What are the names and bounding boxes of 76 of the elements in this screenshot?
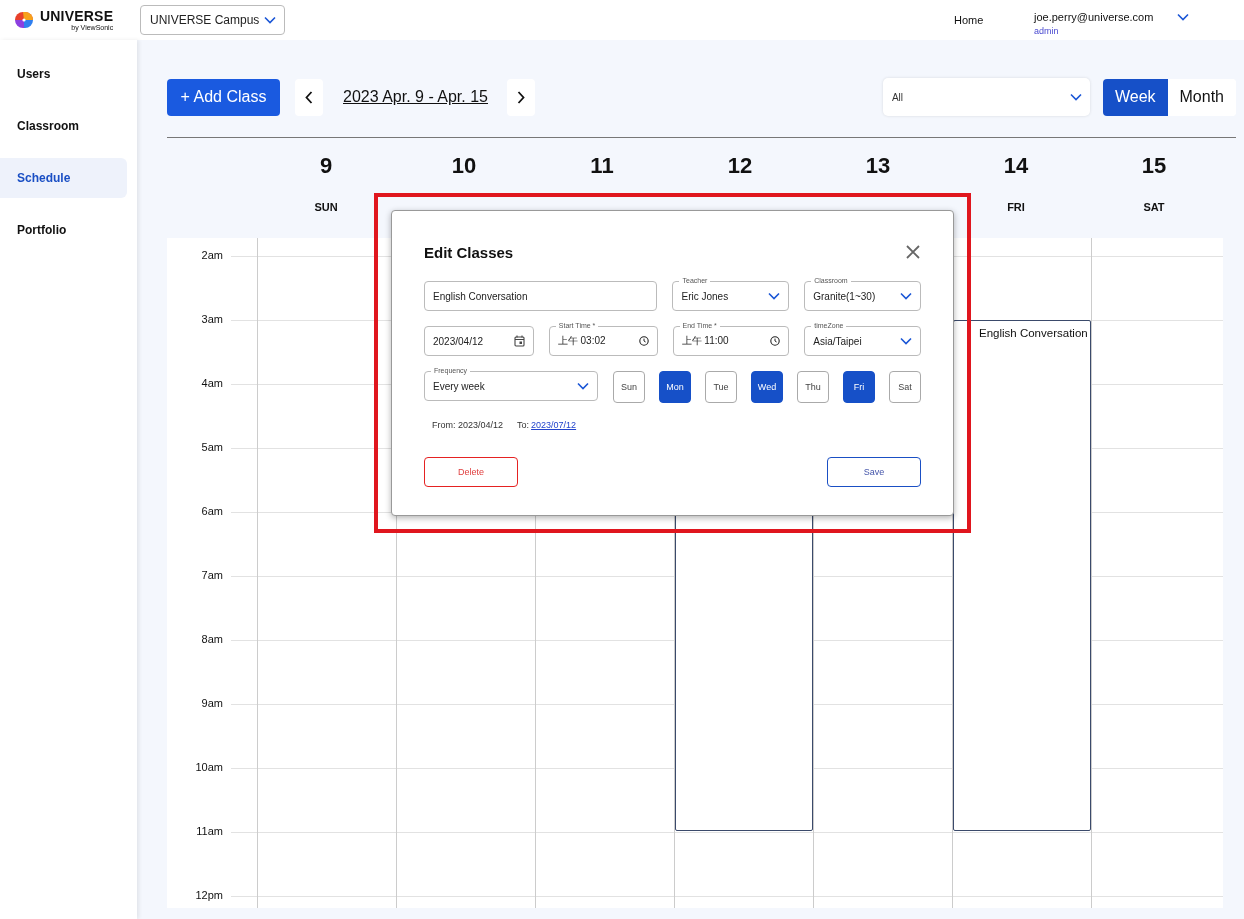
weekday-toggle[interactable]: Mon	[659, 371, 691, 403]
weekday-toggle[interactable]: Wed	[751, 371, 783, 403]
chevron-down-icon	[900, 292, 912, 300]
day-number: 13	[865, 153, 891, 179]
save-button[interactable]: Save	[827, 457, 921, 487]
hour-label: 5am	[200, 441, 223, 455]
day-number: 11	[590, 153, 614, 179]
hour-label: 10am	[194, 761, 223, 775]
hour-label: 6am	[200, 505, 223, 519]
date-field[interactable]: 2023/04/12	[424, 326, 534, 356]
weekday-toggle[interactable]: Tue	[705, 371, 737, 403]
clock-icon	[638, 336, 649, 346]
filter-dropdown[interactable]: All	[882, 78, 1090, 116]
chevron-down-icon	[768, 292, 781, 300]
day-number: 15	[1141, 153, 1167, 179]
sidebar-item[interactable]: Classroom	[0, 106, 127, 146]
close-icon[interactable]	[905, 244, 921, 260]
next-week-button[interactable]	[507, 78, 535, 116]
weekday-toggle[interactable]: Sat	[889, 371, 921, 403]
chevron-down-icon	[577, 382, 589, 390]
to-label: To:	[517, 420, 530, 430]
day-number: 10	[451, 153, 477, 179]
field-value: Granite(1~30)	[813, 290, 876, 302]
filter-value: All	[891, 91, 904, 103]
user-email: joe.perry@universe.com	[1034, 10, 1155, 23]
day-number: 14	[1003, 153, 1029, 179]
chevron-left-icon	[305, 90, 313, 104]
sidebar-item[interactable]: Portfolio	[0, 210, 127, 250]
day-name: SUN	[314, 201, 338, 213]
chevron-right-icon	[517, 90, 525, 104]
weekday-toggle[interactable]: Fri	[843, 371, 875, 403]
clock-icon	[770, 336, 781, 346]
day-number: 12	[727, 153, 753, 179]
class-event[interactable]: English Conversation	[953, 320, 1091, 831]
user-role: admin	[1034, 25, 1060, 36]
logo-icon	[13, 10, 35, 30]
hour-label: 8am	[200, 633, 223, 647]
event-title: English Conversation	[979, 327, 1088, 339]
day-name: SAT	[1143, 201, 1165, 213]
from-date: From: 2023/04/12	[432, 420, 504, 430]
chevron-down-icon	[900, 337, 912, 345]
calendar-icon	[513, 335, 525, 347]
date-range-link[interactable]: 2023 Apr. 9 - Apr. 15	[343, 88, 488, 106]
hour-label: 3am	[200, 313, 223, 327]
home-link[interactable]: Home	[954, 14, 1034, 26]
class-name-field[interactable]: English Conversation	[424, 281, 658, 311]
chevron-down-icon	[1069, 93, 1082, 101]
campus-dropdown[interactable]: UNIVERSE Campus	[140, 5, 286, 35]
hour-label: 12pm	[194, 889, 223, 903]
add-class-button[interactable]: + Add Class	[167, 78, 280, 116]
delete-button[interactable]: Delete	[424, 457, 518, 487]
previous-week-button[interactable]	[295, 78, 323, 116]
field-value: Every week	[433, 380, 485, 392]
dialog-title: Edit Classes	[424, 243, 514, 261]
hour-label: 4am	[200, 377, 223, 391]
chevron-down-icon	[264, 16, 277, 24]
logo-name: UNIVERSE	[40, 9, 114, 23]
field-value: Asia/Taipei	[813, 335, 862, 347]
field-value: English Conversation	[433, 290, 528, 302]
field-value: Eric Jones	[681, 290, 729, 302]
hour-label: 2am	[200, 249, 223, 263]
to-date-link[interactable]: 2023/07/12	[531, 420, 577, 430]
sidebar-item[interactable]: Schedule	[0, 158, 127, 198]
field-value: 2023/04/12	[433, 335, 484, 347]
weekday-toggle[interactable]: Thu	[797, 371, 829, 403]
hour-label: 7am	[200, 569, 223, 583]
weekday-toggle[interactable]: Sun	[613, 371, 645, 403]
sidebar-item[interactable]: Users	[0, 54, 127, 94]
field-value: 上午 11:00	[681, 334, 729, 348]
day-number: 9	[319, 153, 333, 179]
hour-label: 9am	[200, 697, 223, 711]
view-tab[interactable]: Week	[1102, 78, 1168, 116]
hour-label: 11am	[195, 825, 223, 839]
field-value: 上午 03:02	[557, 334, 606, 348]
day-name: FRI	[1007, 201, 1025, 213]
chevron-down-icon	[1177, 13, 1189, 21]
